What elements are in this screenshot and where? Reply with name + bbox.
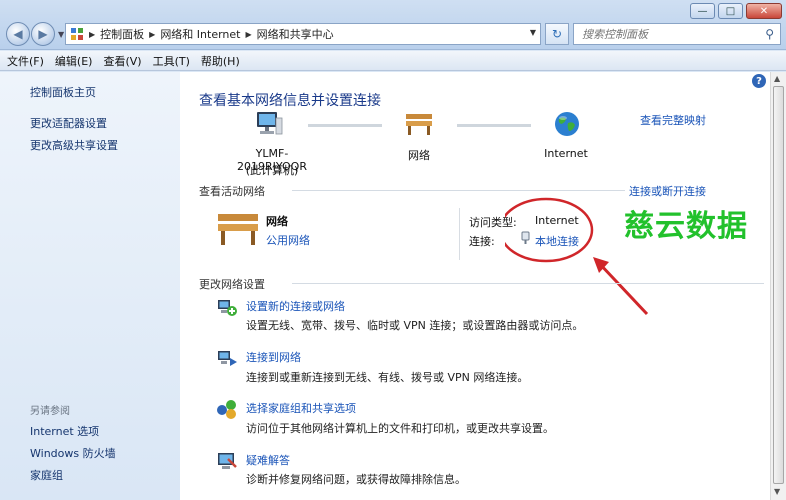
back-arrow-icon: ◀ (13, 27, 23, 41)
menu-help[interactable]: 帮助(H) (201, 53, 240, 69)
forward-arrow-icon: ▶ (38, 27, 48, 41)
scroll-down-icon[interactable]: ▼ (774, 487, 780, 496)
nav-buttons: ◀ ▶ ▼ (6, 22, 64, 46)
sidebar-item-windows-firewall[interactable]: Windows 防火墙 (30, 445, 116, 461)
sidebar-item-internet-options[interactable]: Internet 选项 (30, 423, 99, 439)
full-map-link[interactable]: 查看完整映射 (640, 112, 706, 128)
active-network-name: 网络 (266, 215, 288, 228)
section-divider (292, 283, 764, 284)
breadcrumb-network-internet[interactable]: 网络和 Internet (160, 26, 240, 42)
internet-globe-icon (555, 112, 579, 136)
network-node-label: 网络 (408, 149, 430, 162)
address-dropdown-icon[interactable]: ▼ (530, 28, 536, 37)
close-button[interactable]: ✕ (746, 3, 782, 19)
new-connection-icon (218, 300, 237, 316)
menu-edit[interactable]: 编辑(E) (55, 53, 93, 69)
vertical-scrollbar[interactable]: ▲ ▼ (770, 72, 786, 500)
active-networks-heading: 查看活动网络 (199, 185, 265, 198)
vertical-divider (459, 208, 460, 260)
task-homegroup-link[interactable]: 选择家庭组和共享选项 (246, 400, 356, 416)
window-controls: — □ ✕ (690, 3, 782, 19)
sidebar-item-control-panel-home[interactable]: 控制面板主页 (30, 84, 96, 100)
maximize-button[interactable]: □ (718, 3, 743, 19)
breadcrumb-separator-icon: ▶ (245, 29, 252, 39)
back-button[interactable]: ◀ (6, 22, 30, 46)
menu-tools[interactable]: 工具(T) (153, 53, 190, 69)
search-box: ⚲ (573, 23, 781, 45)
active-network-bench-icon (218, 214, 258, 245)
search-input[interactable] (582, 27, 752, 41)
section-divider (292, 190, 625, 191)
map-connector-line (308, 124, 382, 127)
task-setup-connection-link[interactable]: 设置新的连接或网络 (246, 298, 345, 314)
task-troubleshoot-desc: 诊断并修复网络问题，或获得故障排除信息。 (246, 473, 466, 486)
search-icon[interactable]: ⚲ (765, 27, 774, 41)
computer-subtitle: (此计算机) (245, 164, 299, 177)
see-also-heading: 另请参阅 (30, 406, 70, 417)
breadcrumb-control-panel[interactable]: 控制面板 (100, 26, 144, 42)
connect-network-icon (218, 351, 237, 366)
refresh-icon: ↻ (551, 27, 563, 41)
annotation-arrow-line (596, 260, 649, 316)
menu-file[interactable]: 文件(F) (7, 53, 44, 69)
task-connect-network-link[interactable]: 连接到网络 (246, 349, 301, 365)
network-bench-icon (406, 114, 432, 135)
sidebar: 控制面板主页 更改适配器设置 更改高级共享设置 另请参阅 Internet 选项… (0, 72, 180, 500)
watermark-text: 慈云数据 (624, 209, 748, 244)
task-setup-connection-desc: 设置无线、宽带、拨号、临时或 VPN 连接；或设置路由器或访问点。 (246, 319, 584, 332)
menu-view[interactable]: 查看(V) (103, 53, 141, 69)
minimize-button[interactable]: — (690, 3, 715, 19)
breadcrumb-separator-icon: ▶ (149, 29, 156, 39)
sidebar-item-change-adapter[interactable]: 更改适配器设置 (30, 115, 107, 131)
forward-button[interactable]: ▶ (31, 22, 55, 46)
computer-icon (257, 112, 283, 135)
task-connect-network-desc: 连接到或重新连接到无线、有线、拨号或 VPN 网络连接。 (246, 371, 529, 384)
history-dropdown-icon[interactable]: ▼ (58, 30, 64, 39)
sidebar-item-advanced-sharing[interactable]: 更改高级共享设置 (30, 137, 118, 153)
breadcrumb-separator-icon: ▶ (89, 29, 96, 39)
title-bar: — □ ✕ ◀ ▶ ▼ ▶ 控制面板 ▶ 网络和 Internet ▶ 网络和共… (0, 0, 786, 50)
troubleshoot-icon (218, 453, 237, 469)
scrollbar-thumb[interactable] (773, 86, 784, 484)
homegroup-icon (217, 400, 236, 419)
map-connector-line (457, 124, 531, 127)
connections-label: 连接: (469, 235, 495, 248)
page-title: 查看基本网络信息并设置连接 (199, 93, 381, 109)
internet-node-label: Internet (544, 147, 588, 160)
menu-bar: 文件(F) 编辑(E) 查看(V) 工具(T) 帮助(H) (0, 51, 786, 71)
change-settings-heading: 更改网络设置 (199, 278, 265, 291)
address-bar[interactable]: ▶ 控制面板 ▶ 网络和 Internet ▶ 网络和共享中心 ▼ (65, 23, 541, 45)
help-icon[interactable]: ? (752, 74, 766, 88)
task-homegroup-desc: 访问位于其他网络计算机上的文件和打印机，或更改共享设置。 (246, 422, 554, 435)
annotation-circle (505, 197, 594, 263)
scroll-up-icon[interactable]: ▲ (774, 74, 780, 83)
sidebar-item-homegroup[interactable]: 家庭组 (30, 467, 63, 483)
breadcrumb-network-sharing-center[interactable]: 网络和共享中心 (257, 26, 334, 42)
network-category-link[interactable]: 公用网络 (266, 232, 310, 248)
refresh-button[interactable]: ↻ (545, 23, 569, 45)
control-panel-icon (71, 28, 83, 40)
task-troubleshoot-link[interactable]: 疑难解答 (246, 452, 290, 468)
